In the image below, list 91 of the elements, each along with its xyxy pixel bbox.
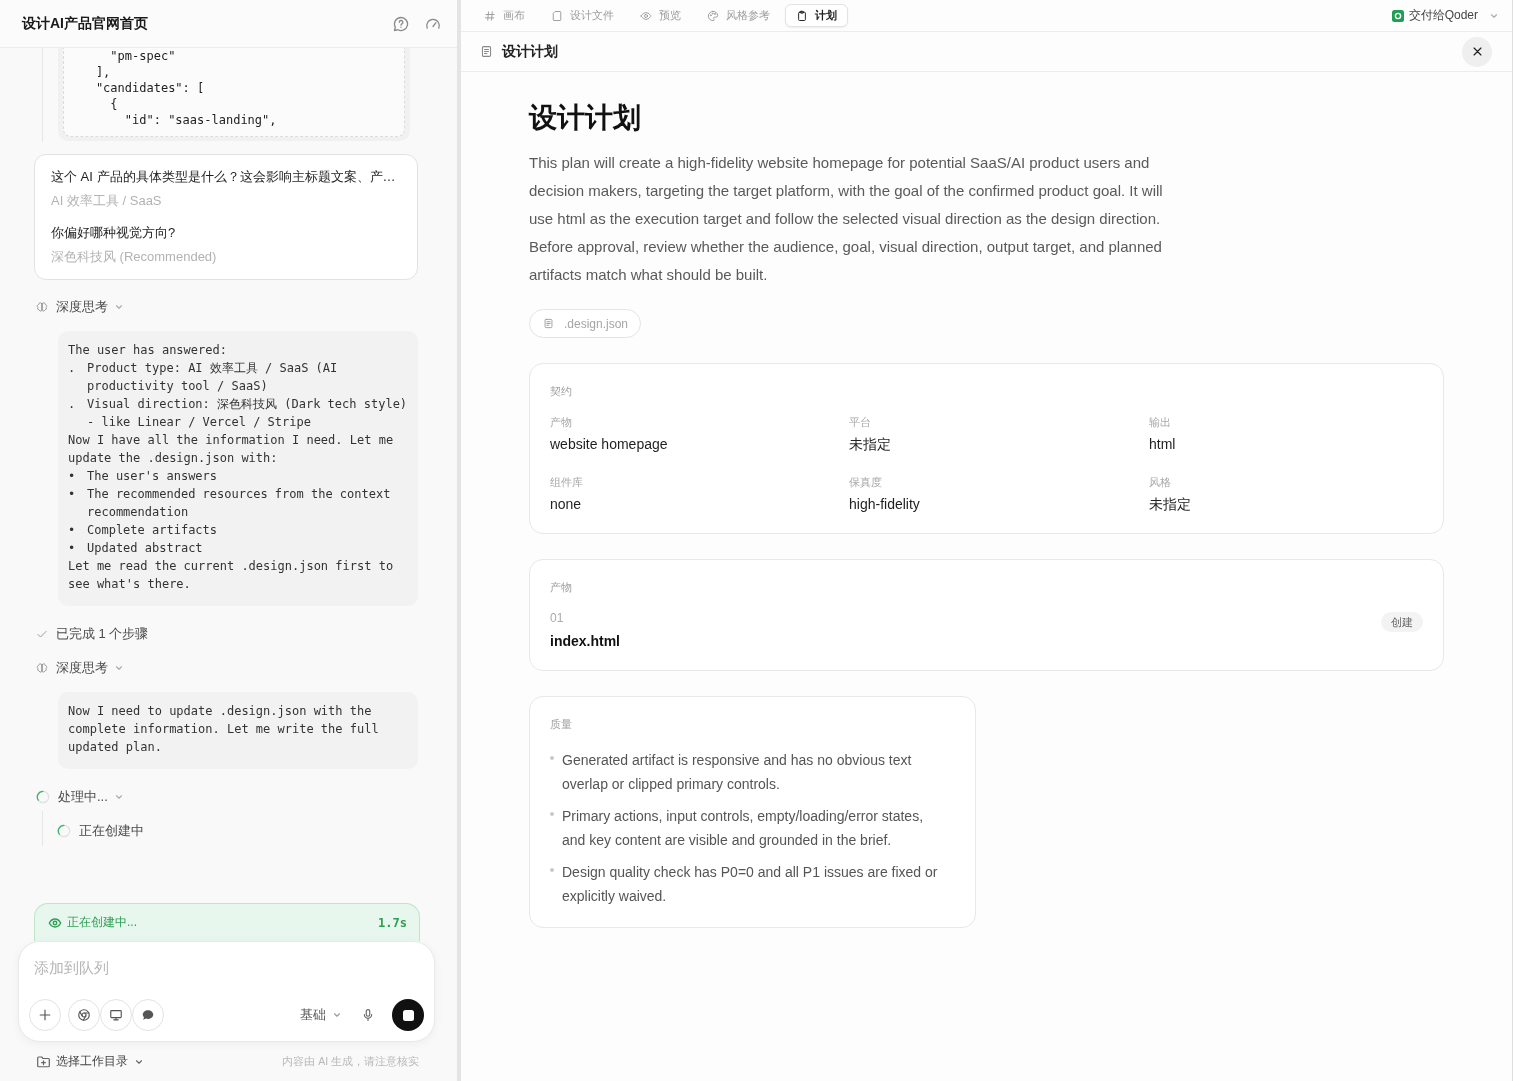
message-input[interactable]: 添加到队列 xyxy=(29,954,424,980)
thinking-text: Visual direction: 深色科技风 (Dark tech style) - like Linear / Vercel / Stripe xyxy=(87,396,409,431)
answer-text: AI 效率工具 / SaaS xyxy=(51,192,163,210)
thinking-text: Now I have all the information I need. Let me update the .design.json with: xyxy=(68,432,395,467)
thinking-toggle[interactable]: 深度思考 xyxy=(34,297,124,317)
file-icon xyxy=(551,9,563,22)
field-value: high-fidelity xyxy=(849,495,921,514)
spinner-icon xyxy=(57,824,71,838)
answer-text: 深色科技风 (Recommended) xyxy=(51,248,218,266)
thinking-text: The recommended resources from the context recommendation xyxy=(87,486,392,521)
field-label: 风格 xyxy=(1149,475,1172,490)
thinking-text: Let me read the current .design.json first to see what's there. xyxy=(68,558,395,593)
close-button[interactable] xyxy=(1462,36,1492,67)
app-logo-icon xyxy=(1391,9,1404,22)
quality-criterion: Generated artifact is responsive and has no obvious text overlap or clipped primary controls. xyxy=(562,751,913,794)
status-text: 正在创建中... xyxy=(67,914,138,931)
plus-icon xyxy=(38,1008,52,1022)
code-text: "pm-spec" ], "candidates": [ { "id": "saas-landing", xyxy=(63,48,405,137)
document-icon xyxy=(543,318,554,329)
field-label: 产物 xyxy=(550,415,573,430)
browser-button[interactable] xyxy=(68,999,100,1031)
field-label: 输出 xyxy=(1149,415,1172,430)
document-icon xyxy=(480,45,493,58)
field-label: 平台 xyxy=(849,415,872,430)
clipboard-icon xyxy=(796,9,808,22)
thinking-text: Now I need to update .design.json with the complete information. Let me write the full updated plan. xyxy=(68,703,380,756)
hash-icon xyxy=(484,9,496,22)
list-marker: • xyxy=(68,540,77,557)
elapsed-time: 1.7s xyxy=(378,915,407,930)
question-text: 你偏好哪种视觉方向? xyxy=(51,224,177,242)
list-marker: . xyxy=(68,360,77,377)
step-status-text: 正在创建中 xyxy=(79,822,144,840)
add-button[interactable] xyxy=(29,999,61,1031)
mode-dropdown[interactable]: 基础 xyxy=(300,1006,342,1024)
field-value: 未指定 xyxy=(849,435,892,454)
thinking-text: Complete artifacts xyxy=(87,522,218,539)
handoff-button[interactable]: 交付给Qoder xyxy=(1391,7,1499,24)
folder-plus-icon xyxy=(36,1054,51,1069)
step-status-text: 已完成 1 个步骤 xyxy=(56,625,149,643)
quality-criterion: Design quality check has P0=0 and all P1 issues are fixed or explicitly waived. xyxy=(562,863,939,906)
bullet-icon xyxy=(550,868,554,872)
plan-title: 设计计划 xyxy=(529,101,642,135)
microphone-icon xyxy=(361,1007,375,1023)
field-label: 保真度 xyxy=(849,475,883,490)
progress-toggle[interactable]: 处理中... xyxy=(34,787,124,807)
list-marker: • xyxy=(68,522,77,539)
spinner-icon xyxy=(36,790,50,804)
eye-icon xyxy=(640,9,652,22)
check-icon xyxy=(36,628,48,640)
help-icon[interactable] xyxy=(393,15,409,32)
palette-icon xyxy=(707,9,719,22)
screen-button[interactable] xyxy=(100,999,132,1031)
panel-title: 设计计划 xyxy=(502,42,558,61)
chat-title: 设计AI产品官网首页 xyxy=(22,14,149,33)
list-marker: • xyxy=(68,468,77,485)
card-heading: 质量 xyxy=(550,717,573,732)
aperture-icon xyxy=(77,1008,91,1022)
chat-button[interactable] xyxy=(132,999,164,1031)
thinking-text: The user has answered: xyxy=(68,342,228,359)
field-value: html xyxy=(1149,435,1177,454)
thinking-text: Product type: AI 效率工具 / SaaS (AI productivity tool / SaaS) xyxy=(87,360,339,395)
stop-button[interactable] xyxy=(392,999,424,1031)
artifact-name: index.html xyxy=(550,632,620,651)
field-value: 未指定 xyxy=(1149,495,1192,514)
brain-icon xyxy=(36,301,48,313)
chat-bubble-icon xyxy=(141,1008,155,1022)
bullet-icon xyxy=(550,812,554,816)
card-heading: 契约 xyxy=(550,384,573,399)
tab[interactable]: 计划 xyxy=(785,4,848,27)
thinking-toggle[interactable]: 深度思考 xyxy=(34,658,124,678)
eye-icon xyxy=(48,915,62,930)
artifact-number: 01 xyxy=(550,610,565,626)
field-label: 组件库 xyxy=(550,475,584,490)
plan-summary: This plan will create a high-fidelity website homepage for potential SaaS/AI product users and decision makers, targeting the target platform, with the goal of the confirmed product goal. It will use html as the execution target and follow the selected visual direction as the design direction. Before approval, review whether the audience, goal, visual direction, output target, and planned artifacts match what should be built. xyxy=(529,153,1164,285)
monitor-icon xyxy=(109,1008,123,1022)
field-value: none xyxy=(550,495,583,514)
question-text: 这个 AI 产品的具体类型是什么？这会影响主标题文案、产… xyxy=(51,168,397,186)
list-marker: . xyxy=(68,396,77,413)
stop-icon xyxy=(402,1009,414,1021)
card-heading: 产物 xyxy=(550,580,573,595)
thinking-text: Updated abstract xyxy=(87,540,203,557)
brain-icon xyxy=(36,662,48,674)
quality-criterion: Primary actions, input controls, empty/loading/error states, and key content are visible and grounded in the brief. xyxy=(562,807,925,850)
bullet-icon xyxy=(550,756,554,760)
folder-select-button[interactable]: 选择工作目录 xyxy=(36,1053,144,1070)
close-icon xyxy=(1471,46,1483,57)
field-value: website homepage xyxy=(550,435,669,454)
action-tag: 创建 xyxy=(1381,612,1423,632)
list-marker: • xyxy=(68,486,77,503)
thinking-text: The user's answers xyxy=(87,468,218,485)
chevron-down-icon xyxy=(332,1010,342,1020)
